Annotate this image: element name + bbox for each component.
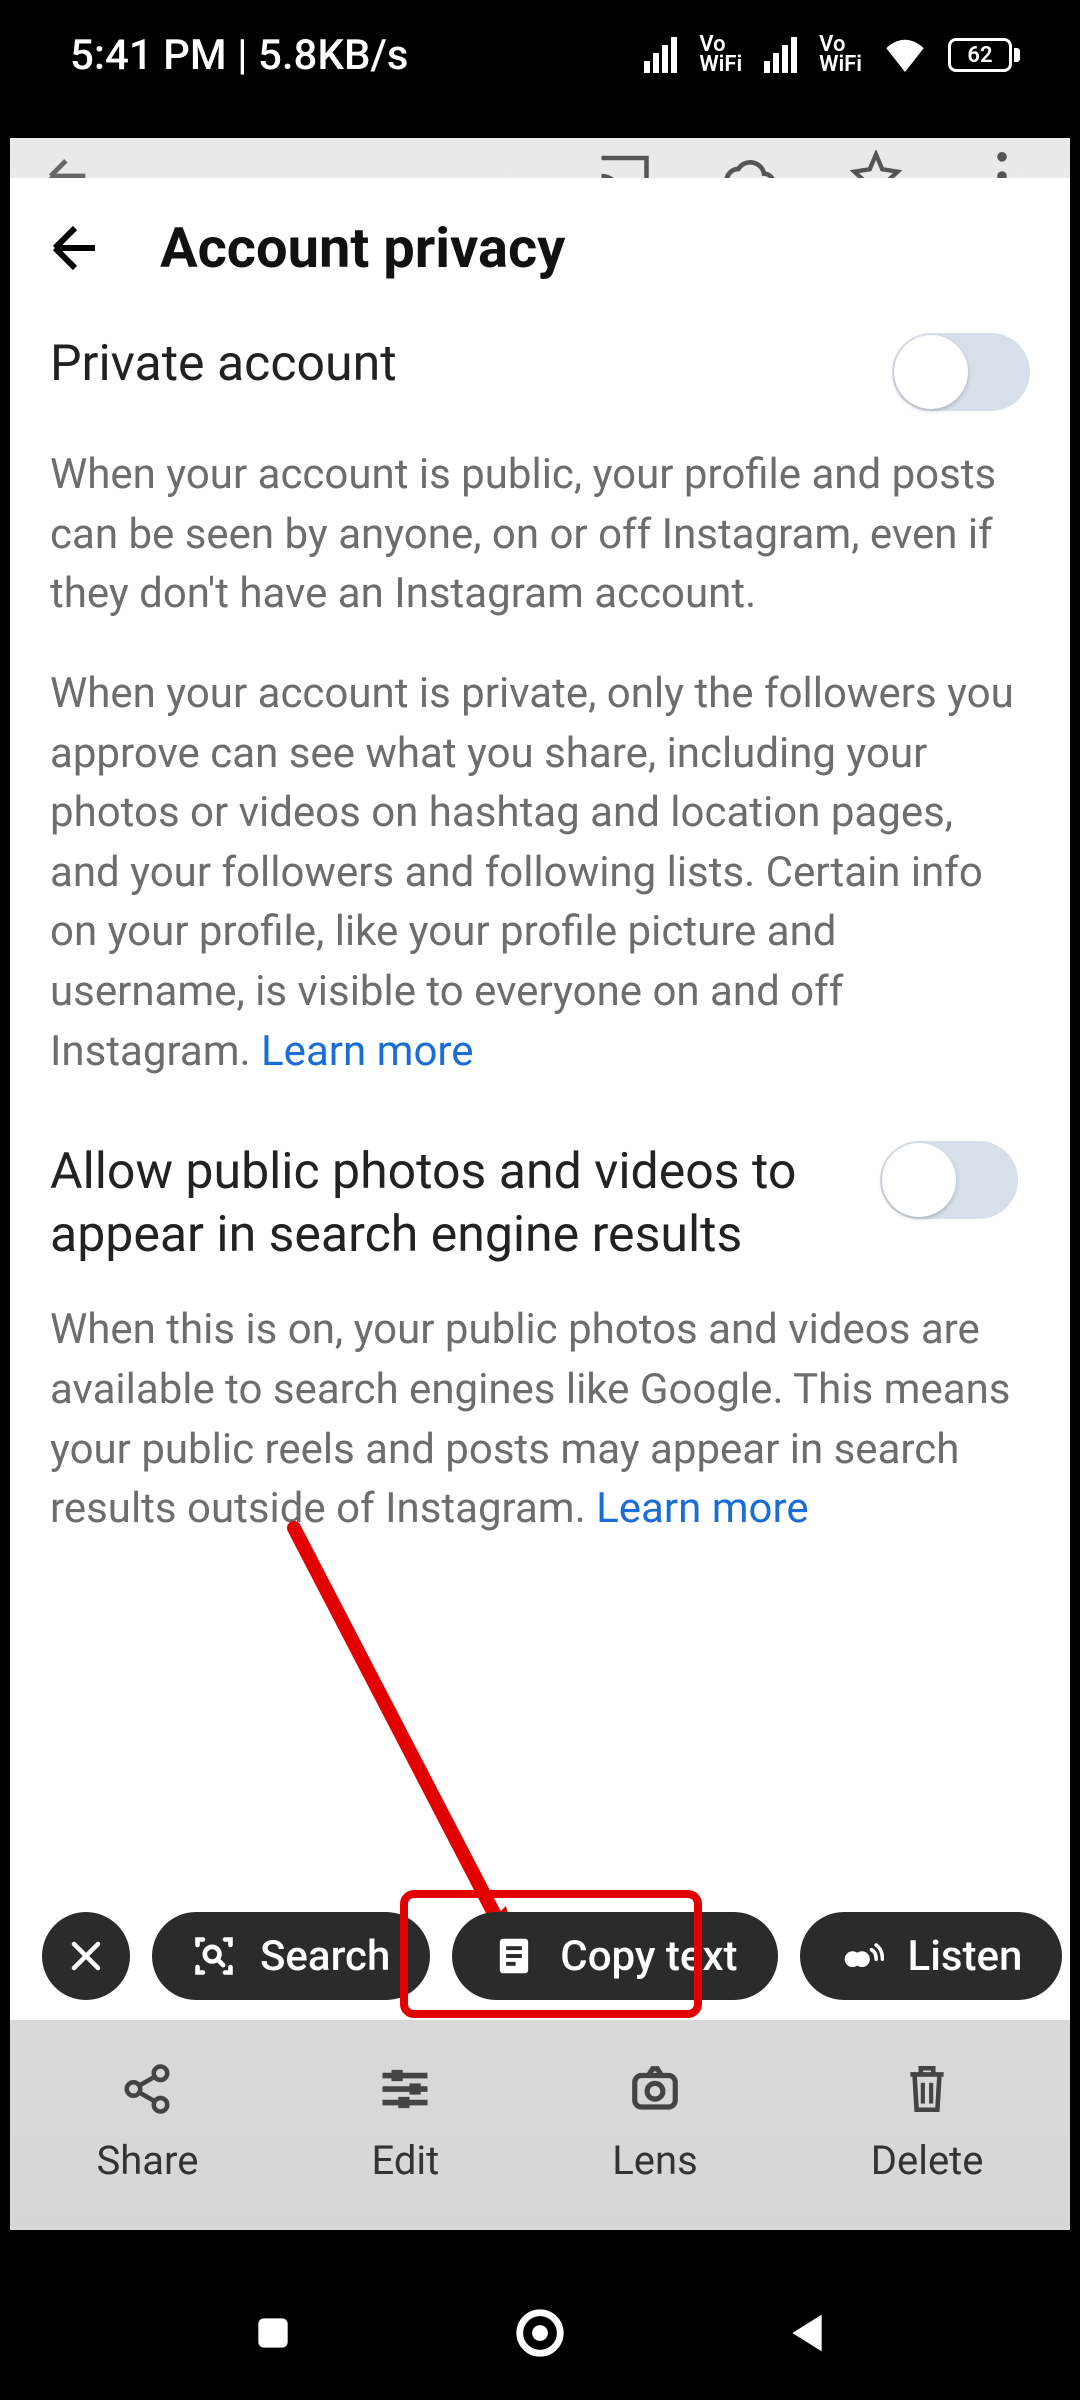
status-time: 5:41 PM | 5.8KB/s [70, 31, 408, 80]
listen-icon [840, 1934, 884, 1978]
nav-home-button[interactable] [505, 2298, 575, 2368]
lens-copy-text-button[interactable]: Copy text [452, 1912, 777, 2000]
android-nav-bar [0, 2265, 1080, 2400]
status-bar: 5:41 PM | 5.8KB/s VoWiFi VoWiFi 62 [0, 0, 1080, 110]
nav-back-button[interactable] [772, 2298, 842, 2368]
close-icon [64, 1934, 108, 1978]
private-account-title: Private account [50, 333, 862, 396]
gallery-edit-label: Edit [371, 2137, 439, 2184]
wifi-icon [884, 38, 926, 72]
page-title: Account privacy [160, 215, 565, 281]
gallery-edit-button[interactable]: Edit [371, 2061, 439, 2178]
vowifi-label-1: VoWiFi [699, 35, 742, 75]
search-engine-title: Allow public photos and videos to appear… [50, 1141, 850, 1266]
private-account-desc-1: When your account is public, your profil… [50, 445, 1030, 624]
lens-copy-text-label: Copy text [560, 1932, 737, 1981]
lens-icon [627, 2061, 683, 2117]
document-icon [492, 1934, 536, 1978]
gallery-share-label: Share [97, 2137, 199, 2184]
lens-search-button[interactable]: Search [152, 1912, 430, 2000]
vowifi-label-2: VoWiFi [819, 35, 862, 75]
signal-icon-1 [644, 37, 677, 73]
gallery-toolbar: Share Edit Lens Delete [10, 2020, 1070, 2230]
private-account-toggle[interactable] [892, 333, 1030, 411]
search-engine-desc: When this is on, your public photos and … [50, 1300, 1030, 1539]
share-icon [119, 2061, 175, 2117]
signal-icon-2 [764, 37, 797, 73]
nav-recents-button[interactable] [238, 2298, 308, 2368]
gallery-delete-label: Delete [871, 2137, 984, 2184]
sliders-icon [377, 2061, 433, 2117]
gallery-delete-button[interactable]: Delete [871, 2061, 984, 2178]
lens-action-chips: Search Copy text Listen Cr [42, 1912, 1070, 2000]
page-back-button[interactable] [40, 213, 110, 283]
gallery-lens-label: Lens [612, 2137, 698, 2184]
gallery-share-button[interactable]: Share [97, 2061, 199, 2178]
lens-close-button[interactable] [42, 1912, 130, 2000]
lens-listen-label: Listen [908, 1932, 1023, 1981]
lens-search-label: Search [260, 1932, 390, 1981]
lens-listen-button[interactable]: Listen [800, 1912, 1063, 2000]
battery-icon: 62 [948, 38, 1020, 72]
private-account-desc-2: When your account is private, only the f… [50, 664, 1030, 1081]
learn-more-link-1[interactable]: Learn more [261, 1027, 473, 1076]
trash-icon [899, 2061, 955, 2117]
lens-search-icon [192, 1934, 236, 1978]
gallery-lens-button[interactable]: Lens [612, 2061, 698, 2178]
learn-more-link-2[interactable]: Learn more [596, 1484, 808, 1533]
search-engine-toggle[interactable] [880, 1141, 1018, 1219]
